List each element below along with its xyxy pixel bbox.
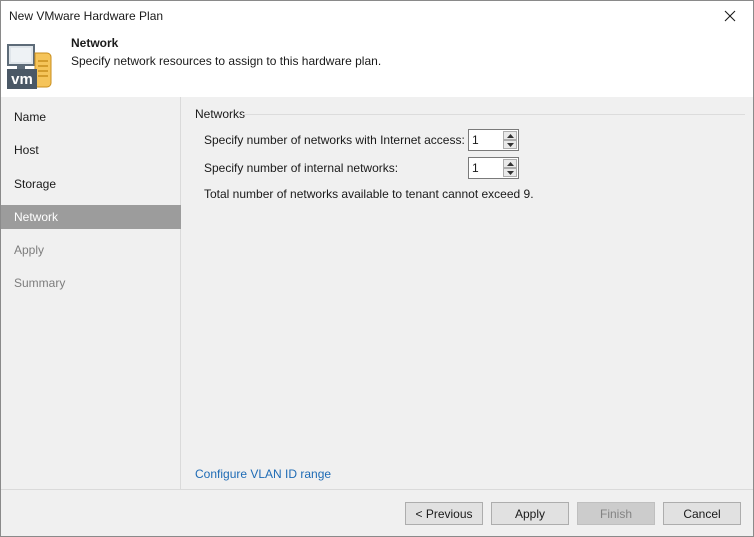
apply-button[interactable]: Apply	[491, 502, 569, 525]
sidebar-item-name[interactable]: Name	[1, 105, 181, 129]
increment-arrow-icon[interactable]	[503, 159, 517, 168]
previous-button[interactable]: < Previous	[405, 502, 483, 525]
decrement-arrow-icon[interactable]	[503, 168, 517, 177]
page-subtitle: Specify network resources to assign to t…	[71, 54, 382, 68]
sidebar-item-label: Storage	[14, 177, 57, 191]
sidebar-item-label: Apply	[14, 243, 45, 257]
network-limit-note: Total number of networks available to te…	[204, 187, 534, 201]
network-settings-panel: Networks Specify number of networks with…	[182, 97, 753, 489]
wizard-window: New VMware Hardware Plan vm Network Spec…	[0, 0, 754, 537]
sidebar-item-host[interactable]: Host	[1, 138, 181, 162]
internal-networks-value[interactable]: 1	[472, 161, 479, 175]
sidebar-item-apply: Apply	[1, 238, 181, 262]
sidebar-item-label: Host	[14, 143, 39, 157]
sidebar-item-label: Name	[14, 110, 47, 124]
page-title: Network	[71, 36, 119, 50]
internal-networks-label: Specify number of internal networks:	[204, 161, 399, 175]
window-title: New VMware Hardware Plan	[9, 9, 164, 23]
configure-vlan-link[interactable]: Configure VLAN ID range	[195, 467, 331, 481]
increment-arrow-icon[interactable]	[503, 131, 517, 140]
sidebar-item-summary: Summary	[1, 271, 181, 295]
wizard-steps-sidebar: Name Host Storage Network Apply Summary	[1, 97, 181, 489]
sidebar-item-label: Network	[14, 210, 59, 224]
internal-networks-stepper[interactable]: 1	[468, 157, 519, 179]
internet-networks-label: Specify number of networks with Internet…	[204, 133, 465, 147]
close-icon[interactable]	[707, 1, 753, 31]
networks-group-label: Networks	[195, 107, 246, 121]
internet-networks-stepper[interactable]: 1	[468, 129, 519, 151]
wizard-header: vm Network Specify network resources to …	[1, 31, 753, 97]
sidebar-item-storage[interactable]: Storage	[1, 172, 181, 196]
group-divider	[242, 114, 745, 115]
cancel-button[interactable]: Cancel	[663, 502, 741, 525]
sidebar-item-label: Summary	[14, 276, 66, 290]
svg-text:vm: vm	[11, 71, 33, 88]
decrement-arrow-icon[interactable]	[503, 140, 517, 149]
vm-logo-icon: vm	[7, 41, 53, 91]
sidebar-item-network[interactable]: Network	[1, 205, 181, 229]
title-bar: New VMware Hardware Plan	[1, 1, 753, 31]
wizard-footer: < Previous Apply Finish Cancel	[1, 489, 753, 536]
internet-networks-value[interactable]: 1	[472, 133, 479, 147]
finish-button: Finish	[577, 502, 655, 525]
